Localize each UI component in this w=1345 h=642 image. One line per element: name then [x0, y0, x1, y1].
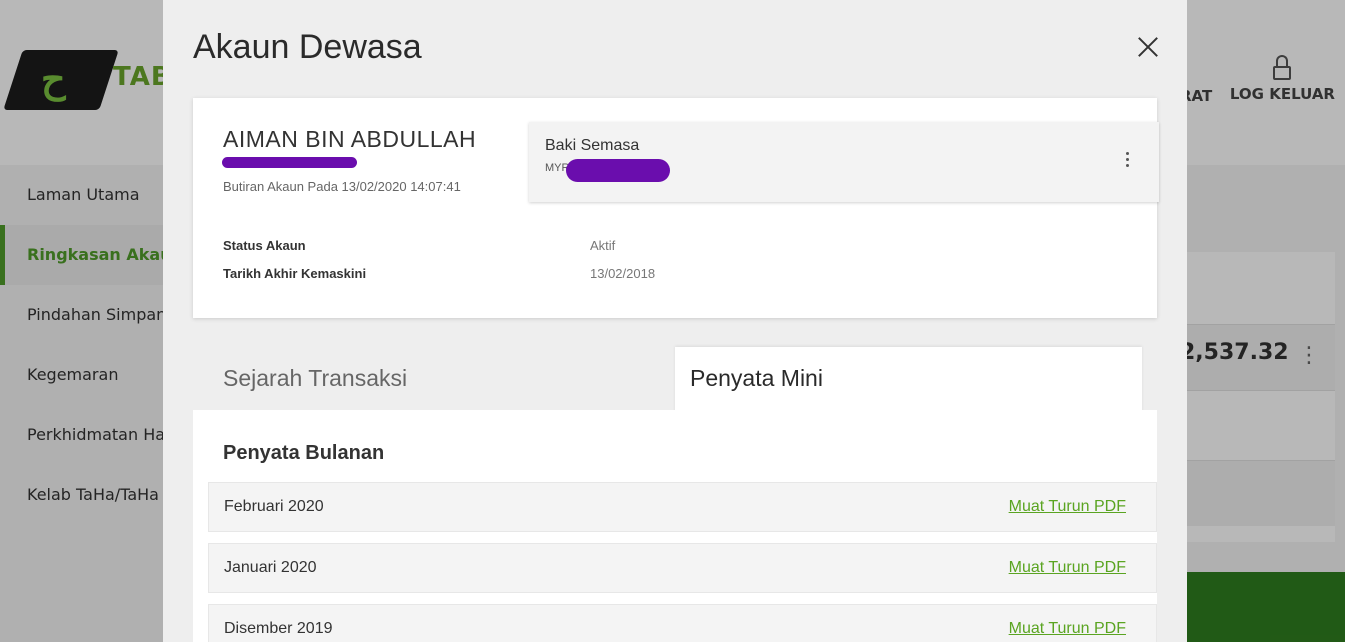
download-pdf-link[interactable]: Muat Turun PDF: [1009, 559, 1126, 577]
account-holder-name: AIMAN BIN ABDULLAH: [223, 126, 477, 152]
close-icon[interactable]: [1137, 36, 1159, 58]
modal-title: Akaun Dewasa: [193, 28, 422, 66]
account-details-card: AIMAN BIN ABDULLAH Butiran Akaun Pada 13…: [193, 98, 1159, 318]
redaction-mark: [222, 157, 357, 168]
info-label: Status Akaun: [223, 238, 306, 253]
info-value: 13/02/2018: [590, 266, 656, 281]
statement-row: Januari 2020 Muat Turun PDF: [208, 543, 1157, 593]
tab-transaction-history[interactable]: Sejarah Transaksi: [193, 347, 675, 410]
info-value: Aktif: [590, 238, 616, 253]
balance-label: Baki Semasa: [545, 137, 640, 154]
download-pdf-link[interactable]: Muat Turun PDF: [1009, 620, 1126, 638]
download-pdf-link[interactable]: Muat Turun PDF: [1009, 498, 1126, 516]
more-options-icon[interactable]: [1119, 150, 1135, 174]
current-balance-box: Baki Semasa MYR: [529, 122, 1159, 202]
tab-mini-statement[interactable]: Penyata Mini: [675, 347, 1142, 413]
statement-month: Januari 2020: [224, 559, 317, 576]
tab-label: Sejarah Transaksi: [223, 365, 408, 391]
statement-row: Februari 2020 Muat Turun PDF: [208, 482, 1157, 532]
account-details-timestamp: Butiran Akaun Pada 13/02/2020 14:07:41: [223, 179, 461, 194]
tab-label: Penyata Mini: [690, 365, 823, 391]
statement-row: Disember 2019 Muat Turun PDF: [208, 604, 1157, 642]
info-label: Tarikh Akhir Kemaskini: [223, 266, 367, 281]
redaction-mark: [566, 159, 670, 182]
statement-month: Disember 2019: [224, 620, 333, 637]
statements-title: Penyata Bulanan: [223, 442, 385, 464]
monthly-statements-card: Penyata Bulanan Februari 2020 Muat Turun…: [193, 410, 1157, 642]
statement-month: Februari 2020: [224, 498, 324, 515]
account-modal: Akaun Dewasa AIMAN BIN ABDULLAH Butiran …: [163, 0, 1187, 642]
